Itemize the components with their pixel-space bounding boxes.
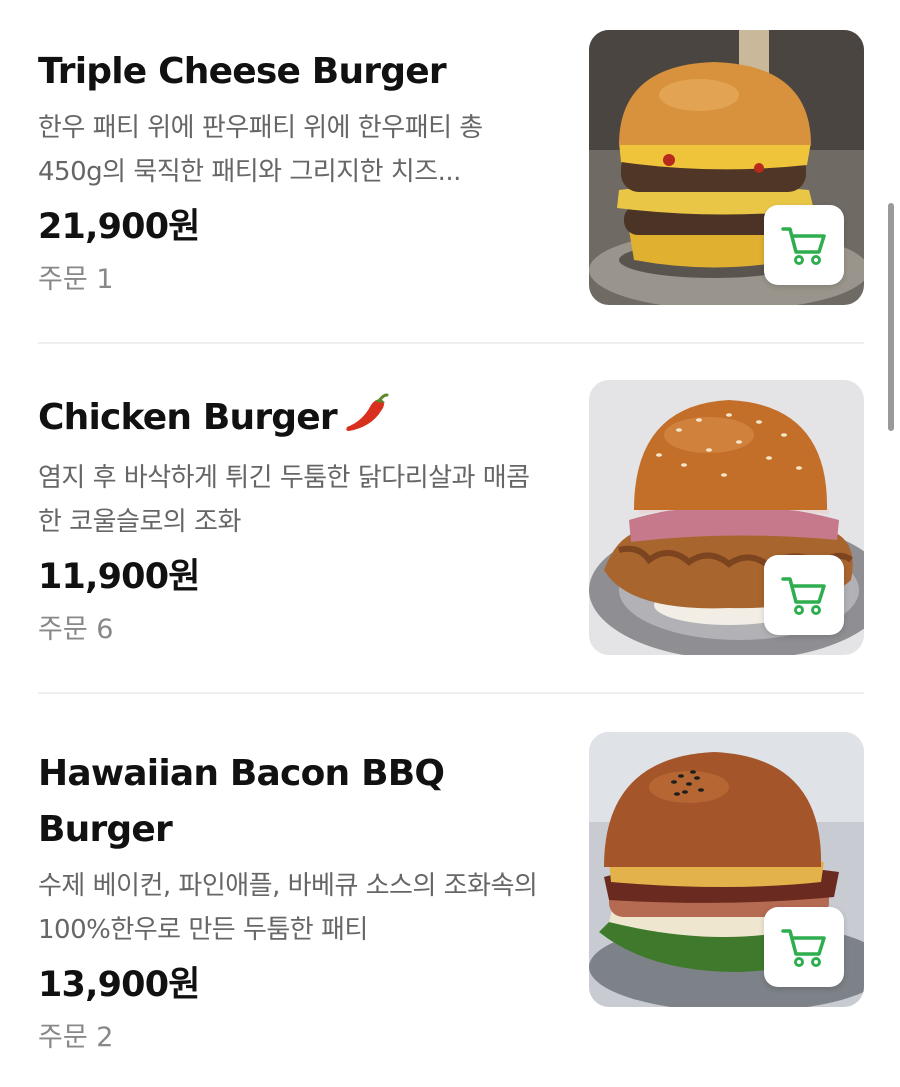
menu-item-order-count: 주문 6 [38, 614, 114, 645]
menu-item-chicken-burger[interactable]: Chicken Burger 염지 후 바삭하게 튀긴 두툼한 닭다리살과 매콤… [38, 344, 864, 694]
scrollbar[interactable] [888, 203, 894, 431]
menu-item-photo[interactable] [589, 30, 864, 305]
menu-item-hawaiian-bacon-bbq-burger[interactable]: Hawaiian Bacon BBQ Burger 수제 베이컨, 파인애플, … [38, 694, 864, 1087]
menu-item-order-count: 주문 1 [38, 264, 114, 295]
menu-item-description: 수제 베이컨, 파인애플, 바베큐 소스의 조화속의 100%한우로 만든 두툼… [38, 871, 538, 945]
menu-item-text: Triple Cheese Burger 한우 패티 위에 판우패티 위에 한우… [38, 44, 550, 298]
menu-item-triple-cheese-burger[interactable]: Triple Cheese Burger 한우 패티 위에 판우패티 위에 한우… [38, 0, 864, 344]
add-to-cart-button[interactable] [764, 555, 844, 635]
menu-item-text: Hawaiian Bacon BBQ Burger 수제 베이컨, 파인애플, … [38, 746, 550, 1056]
menu-list: Triple Cheese Burger 한우 패티 위에 판우패티 위에 한우… [38, 0, 864, 1087]
cart-icon [781, 577, 826, 615]
menu-item-title-text: Chicken Burger [38, 397, 338, 438]
menu-item-title: Hawaiian Bacon BBQ Burger [38, 753, 445, 850]
add-to-cart-button[interactable] [764, 205, 844, 285]
menu-item-title: Chicken Burger [38, 390, 550, 450]
menu-item-title: Triple Cheese Burger [38, 51, 447, 92]
add-to-cart-button[interactable] [764, 907, 844, 987]
menu-item-description: 한우 패티 위에 판우패티 위에 한우패티 총 450g의 묵직한 패티와 그리… [38, 113, 483, 187]
menu-item-price: 11,900원 [38, 557, 200, 597]
menu-item-text: Chicken Burger 염지 후 바삭하게 튀긴 두툼한 닭다리살과 매콤… [38, 390, 550, 648]
menu-item-photo[interactable] [589, 380, 864, 655]
menu-item-description: 염지 후 바삭하게 튀긴 두툼한 닭다리살과 매콤한 코울슬로의 조화 [38, 463, 530, 537]
menu-item-price: 21,900원 [38, 207, 200, 247]
menu-item-photo[interactable] [589, 732, 864, 1007]
chili-pepper-icon [343, 393, 389, 450]
cart-icon [781, 227, 826, 265]
cart-icon [781, 929, 826, 967]
menu-item-order-count: 주문 2 [38, 1022, 114, 1053]
menu-item-price: 13,900원 [38, 965, 200, 1005]
